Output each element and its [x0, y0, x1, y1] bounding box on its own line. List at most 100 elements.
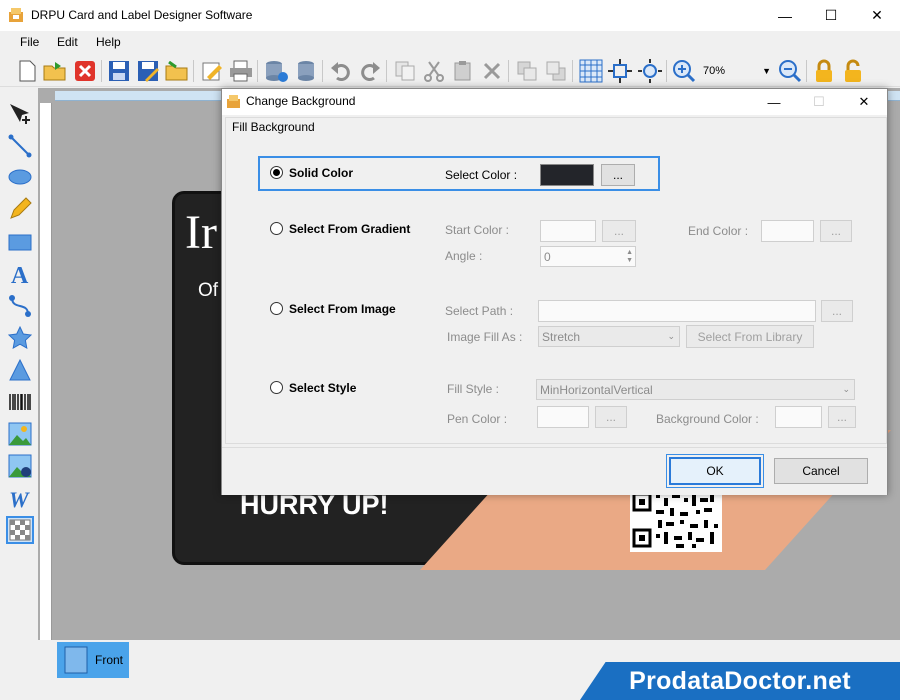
- toolbar-separator: [572, 60, 573, 82]
- end-color-browse-button: ...: [820, 220, 852, 242]
- redo-icon[interactable]: [357, 58, 383, 84]
- curve-tool-icon[interactable]: [6, 292, 34, 320]
- grid-icon[interactable]: [578, 58, 604, 84]
- triangle-tool-icon[interactable]: [6, 356, 34, 384]
- zoom-out-icon[interactable]: [777, 58, 803, 84]
- rectangle-tool-icon[interactable]: [6, 228, 34, 256]
- page-icon: [64, 646, 88, 674]
- background-color-swatch: [775, 406, 822, 428]
- save-all-icon[interactable]: [164, 58, 190, 84]
- toolbar-separator: [322, 60, 323, 82]
- save-icon[interactable]: [106, 58, 132, 84]
- fit-icon[interactable]: [637, 58, 663, 84]
- menu-edit[interactable]: Edit: [57, 35, 78, 49]
- zoom-value: 70%: [703, 65, 726, 77]
- database-icon[interactable]: [293, 58, 319, 84]
- maximize-button[interactable]: ☐: [808, 0, 854, 31]
- close-file-icon[interactable]: [72, 58, 98, 84]
- image-fill-as-value: Stretch: [542, 329, 581, 344]
- send-back-icon[interactable]: [543, 58, 569, 84]
- image-radio[interactable]: [270, 302, 283, 315]
- image-library-tool-icon[interactable]: [6, 452, 34, 480]
- image-tool-icon[interactable]: [6, 420, 34, 448]
- text-tool-icon[interactable]: A: [6, 260, 34, 288]
- toolbar-separator: [386, 60, 387, 82]
- fill-background-legend: Fill Background: [232, 120, 315, 134]
- dialog-minimize-button[interactable]: —: [754, 89, 794, 115]
- toolbar-separator: [806, 60, 807, 82]
- window-title: DRPU Card and Label Designer Software: [31, 8, 253, 22]
- qr-code: [630, 490, 722, 552]
- dialog-title: Change Background: [246, 94, 356, 108]
- fill-style-select: MinHorizontalVertical ⌄: [536, 379, 855, 400]
- menu-help[interactable]: Help: [96, 35, 121, 49]
- end-color-label: End Color :: [688, 224, 749, 238]
- save-as-icon[interactable]: [135, 58, 161, 84]
- barcode-tool-icon[interactable]: [6, 388, 34, 416]
- dialog-maximize-button: ☐: [813, 94, 825, 109]
- center-align-icon[interactable]: [607, 58, 633, 84]
- pen-color-swatch: [537, 406, 589, 428]
- toolbar-separator: [101, 60, 102, 82]
- menu-file[interactable]: File: [20, 35, 39, 49]
- bring-front-icon[interactable]: [514, 58, 540, 84]
- select-path-label: Select Path :: [445, 304, 514, 318]
- solid-color-swatch[interactable]: [540, 164, 594, 186]
- zoom-select[interactable]: 70% ▼: [699, 61, 774, 81]
- minimize-button[interactable]: —: [762, 0, 808, 31]
- paste-icon[interactable]: [450, 58, 476, 84]
- print-icon[interactable]: [228, 58, 254, 84]
- ellipse-tool-icon[interactable]: [6, 163, 34, 191]
- angle-spinner: 0 ▲ ▼: [540, 246, 636, 267]
- open-folder-icon[interactable]: [42, 58, 68, 84]
- select-from-library-button: Select From Library: [686, 325, 814, 348]
- spinner-arrows-icon: ▲ ▼: [626, 248, 633, 264]
- close-button[interactable]: ✕: [854, 0, 900, 31]
- start-color-swatch: [540, 220, 596, 242]
- image-fill-as-label: Image Fill As :: [447, 330, 523, 344]
- chevron-down-icon: ▼: [762, 66, 771, 76]
- database-add-icon[interactable]: [263, 58, 289, 84]
- select-tool-icon[interactable]: [6, 100, 34, 128]
- style-label[interactable]: Select Style: [289, 381, 356, 395]
- wordart-tool-icon[interactable]: W: [6, 484, 34, 512]
- background-color-label: Background Color :: [656, 412, 759, 426]
- lock-icon[interactable]: [811, 58, 837, 84]
- background-color-browse-button: ...: [828, 406, 856, 428]
- vertical-ruler: [40, 103, 52, 643]
- angle-label: Angle :: [445, 249, 483, 263]
- background-tool-icon[interactable]: [6, 516, 34, 544]
- solid-color-label[interactable]: Solid Color: [289, 166, 353, 180]
- cut-icon[interactable]: [421, 58, 447, 84]
- brand-text: ProdataDoctor.net: [629, 666, 851, 695]
- angle-value: 0: [544, 249, 551, 264]
- tab-front[interactable]: Front: [57, 642, 129, 678]
- delete-icon[interactable]: [479, 58, 505, 84]
- edit-icon[interactable]: [199, 58, 225, 84]
- cancel-button[interactable]: Cancel: [774, 458, 868, 484]
- start-color-browse-button: ...: [602, 220, 636, 242]
- image-label[interactable]: Select From Image: [289, 302, 396, 316]
- fill-style-value: MinHorizontalVertical: [540, 382, 653, 397]
- undo-icon[interactable]: [328, 58, 354, 84]
- zoom-in-icon[interactable]: [671, 58, 697, 84]
- chevron-down-icon: ⌄: [667, 331, 675, 341]
- change-background-dialog: Change Background — ☐ ✕ Fill Background …: [221, 88, 888, 495]
- pencil-tool-icon[interactable]: [6, 195, 34, 223]
- star-tool-icon[interactable]: [6, 324, 34, 352]
- unlock-icon[interactable]: [840, 58, 866, 84]
- line-tool-icon[interactable]: [6, 132, 34, 160]
- new-file-icon[interactable]: [14, 58, 40, 84]
- solid-color-radio[interactable]: [270, 166, 283, 179]
- style-radio[interactable]: [270, 381, 283, 394]
- dialog-close-button[interactable]: ✕: [844, 89, 884, 115]
- copy-icon[interactable]: [392, 58, 418, 84]
- brand-banner: ProdataDoctor.net: [580, 662, 900, 700]
- gradient-label[interactable]: Select From Gradient: [289, 222, 410, 236]
- gradient-radio[interactable]: [270, 222, 283, 235]
- toolbar-separator: [666, 60, 667, 82]
- chevron-down-icon: ⌄: [842, 384, 850, 394]
- solid-color-browse-button[interactable]: ...: [601, 164, 635, 186]
- start-color-label: Start Color :: [445, 223, 510, 237]
- ok-button[interactable]: OK: [666, 454, 764, 488]
